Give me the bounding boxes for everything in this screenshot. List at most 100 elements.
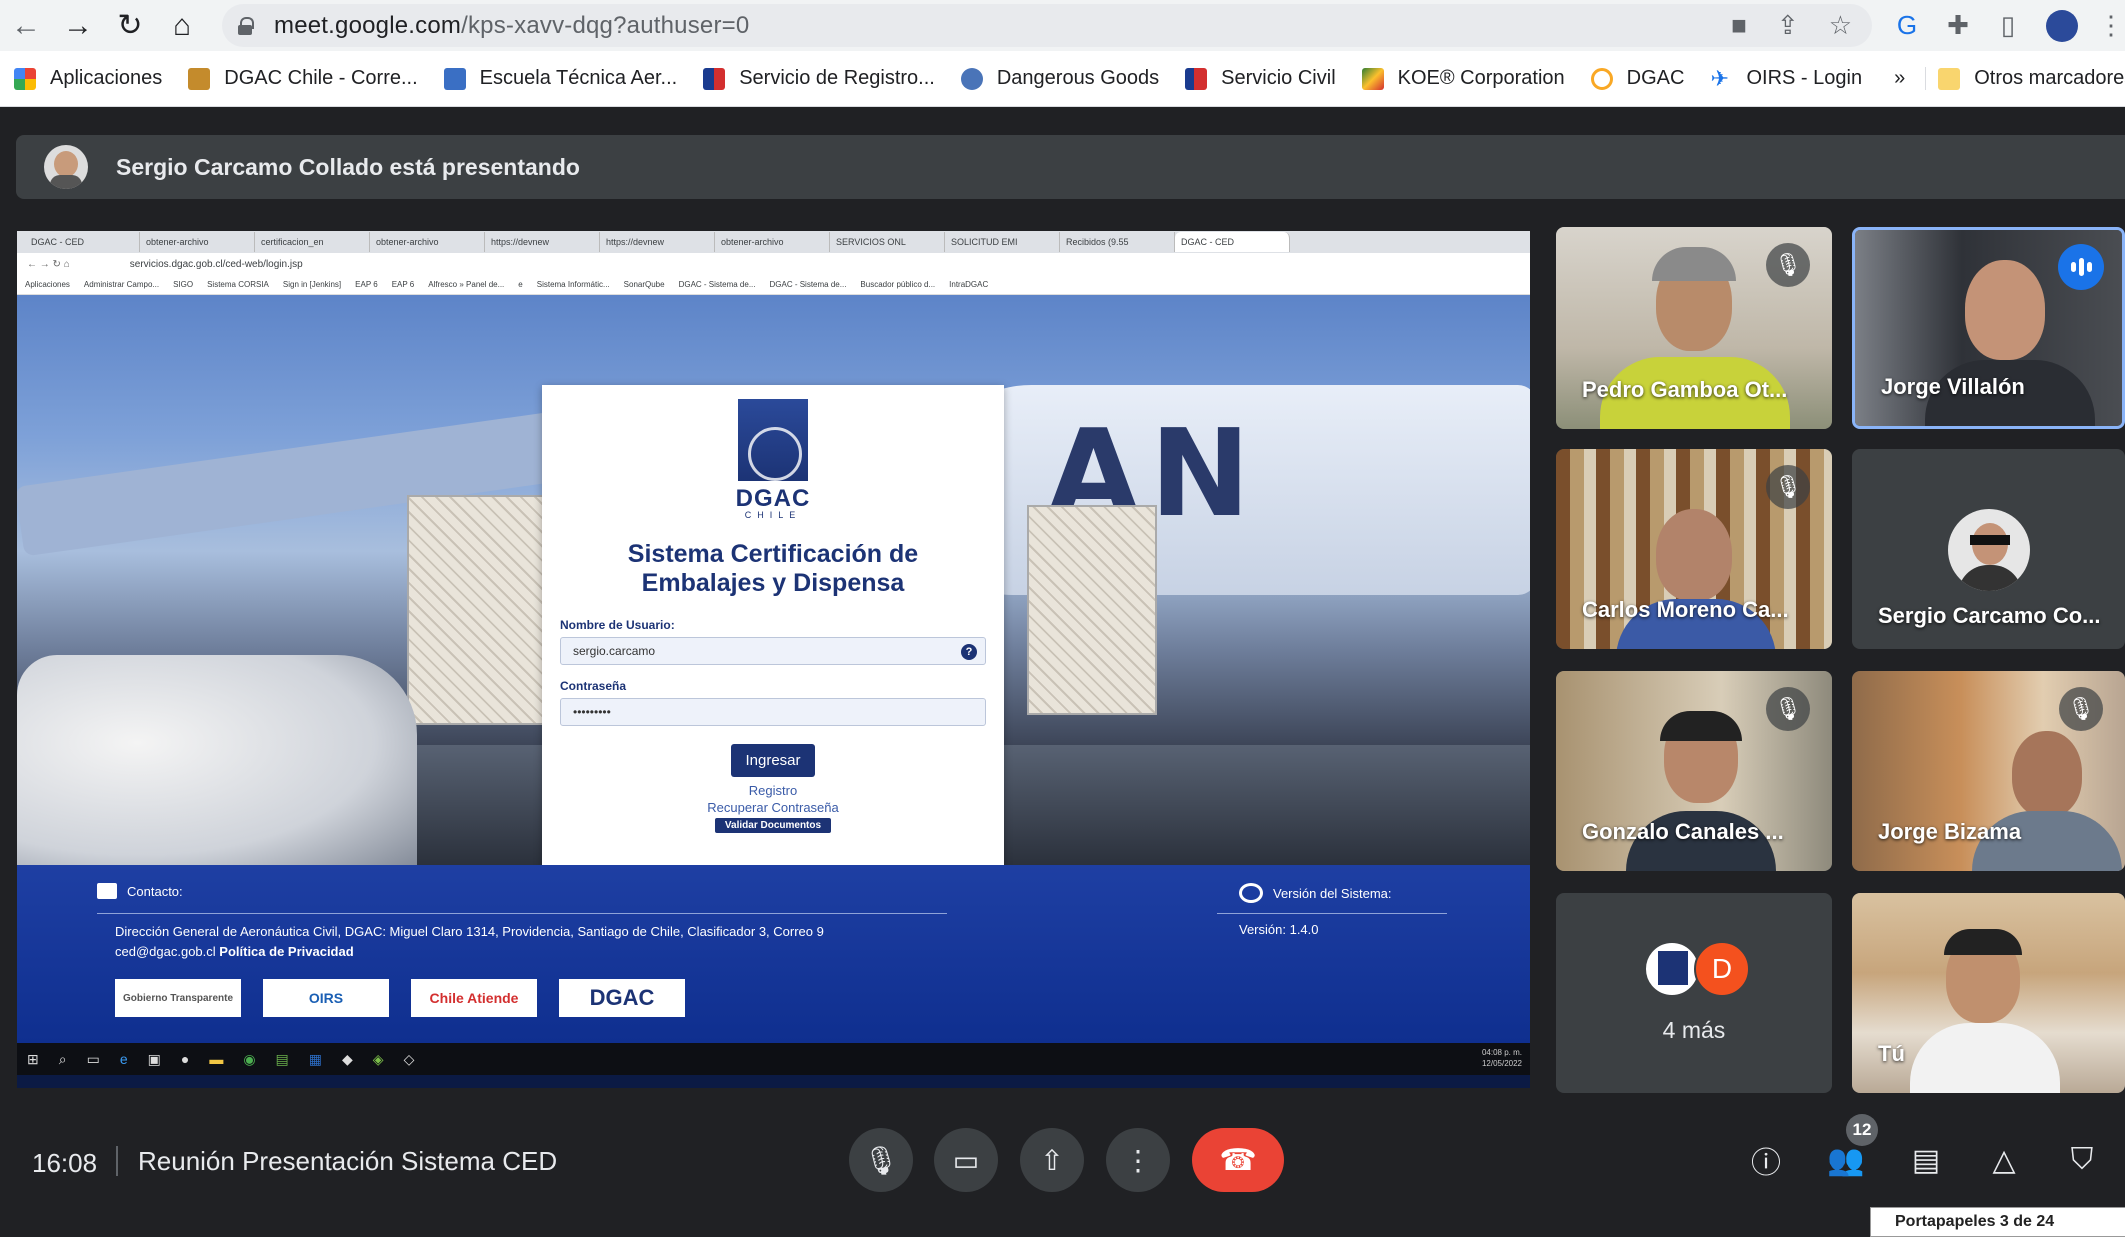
side-panel-icon[interactable]: ▯	[1990, 0, 2026, 51]
shared-tab: https://devnew	[600, 232, 715, 252]
search-icon: ⌕	[58, 1050, 67, 1067]
participant-tile[interactable]: Jorge Villalón	[1852, 227, 2125, 429]
cargo-pallet	[1027, 505, 1157, 715]
back-icon[interactable]: ←	[0, 0, 52, 51]
avatar	[1644, 941, 1700, 997]
shield-lock-icon: ⛉	[2070, 1143, 2094, 1176]
cargo-bags	[17, 655, 417, 865]
bookmark-item[interactable]: Servicio de Registro...	[703, 67, 935, 90]
activities-button[interactable]: △	[1980, 1136, 2028, 1184]
version-heading: Versión del Sistema:	[1239, 883, 1392, 903]
shared-tab: SOLICITUD EMI	[945, 232, 1060, 252]
avatar	[44, 145, 88, 189]
more-participants-tile[interactable]: D 4 más	[1556, 893, 1832, 1093]
participant-name: Tú	[1878, 1041, 1905, 1066]
reload-icon[interactable]: ↻	[104, 0, 156, 51]
bookmark-item[interactable]: Dangerous Goods	[960, 67, 1159, 90]
bookmark-item[interactable]: Aplicaciones	[14, 67, 162, 90]
present-button[interactable]: ⇧	[1020, 1128, 1084, 1192]
camera-button[interactable]: ▭	[934, 1128, 998, 1192]
login-title: Sistema Certificación de Embalajes y Dis…	[627, 540, 919, 597]
store-icon: ▣	[147, 1050, 161, 1067]
task-view-icon: ▭	[86, 1050, 100, 1067]
forward-icon[interactable]: →	[52, 0, 104, 51]
share-icon[interactable]: ⇪	[1777, 10, 1799, 41]
mic-off-icon: 🎙	[2059, 687, 2103, 731]
bookmark-item[interactable]: ✈ OIRS - Login	[1710, 67, 1862, 90]
extensions-icon[interactable]: ✚	[1940, 0, 1976, 51]
self-view-tile[interactable]: Tú	[1852, 893, 2125, 1093]
shared-tab: SERVICIOS ONL	[830, 232, 945, 252]
shared-tab: obtener-archivo	[370, 232, 485, 252]
present-screen-icon: ⇧	[1040, 1144, 1064, 1176]
app-icon: ◇	[403, 1050, 415, 1067]
word-icon: ▦	[308, 1050, 322, 1067]
more-participants-label: 4 más	[1662, 1017, 1726, 1043]
bookmark-favicon	[703, 67, 726, 90]
participant-tile[interactable]: 🎙 Jorge Bizama	[1852, 671, 2125, 871]
register-link: Registro	[748, 783, 798, 798]
menu-icon[interactable]: ⋮	[2098, 0, 2124, 51]
taskbar-clock: 04:08 p. m. 12/05/2022	[1481, 1048, 1522, 1068]
chrome-icon: ◉	[243, 1050, 256, 1067]
hang-up-icon: ☎	[1219, 1143, 1257, 1177]
participant-tile[interactable]: 🎙 Gonzalo Canales ...	[1556, 671, 1832, 871]
shared-nav-icons: ← → ↻ ⌂	[27, 258, 70, 270]
gear-icon	[1239, 883, 1263, 903]
bookmark-folder[interactable]: Otros marcadores	[1925, 67, 2125, 90]
more-bookmarks-button[interactable]: »	[1894, 67, 1905, 90]
dgac-logo-subtext: CHILE	[744, 510, 802, 520]
mic-off-icon: 🎙	[1766, 687, 1810, 731]
bookmark-item[interactable]: Servicio Civil	[1185, 67, 1336, 90]
participant-name: Carlos Moreno Ca...	[1582, 597, 1789, 622]
lock-icon	[238, 16, 254, 35]
participant-name: Pedro Gamboa Ot...	[1582, 377, 1788, 402]
shared-tab-strip: DGAC - CED obtener-archivo certificacion…	[17, 231, 1530, 253]
shared-tab: certificacion_en	[255, 232, 370, 252]
shared-tab: obtener-archivo	[715, 232, 830, 252]
people-icon: 👥	[1827, 1143, 1865, 1177]
divider	[116, 1146, 118, 1176]
info-icon: ⓘ	[1751, 1147, 1781, 1180]
bookmark-favicon	[443, 67, 466, 90]
participant-tile[interactable]: 🎙 Carlos Moreno Ca...	[1556, 449, 1832, 649]
speaking-indicator-icon	[2058, 244, 2104, 290]
camera-icon[interactable]: ■	[1731, 10, 1747, 41]
star-icon[interactable]: ☆	[1829, 10, 1852, 41]
bookmark-favicon	[1361, 67, 1384, 90]
participant-name: Jorge Bizama	[1878, 819, 2022, 844]
avatar	[1948, 509, 2030, 591]
mic-off-icon: 🎙	[1766, 465, 1810, 509]
bookmark-item[interactable]: KOE® Corporation	[1361, 67, 1565, 90]
participant-tile[interactable]: Sergio Carcamo Co...	[1852, 449, 2125, 649]
participant-tile[interactable]: 🎙 Pedro Gamboa Ot...	[1556, 227, 1832, 429]
leave-call-button[interactable]: ☎	[1192, 1128, 1284, 1192]
host-controls-button[interactable]: ⛉	[2058, 1136, 2106, 1184]
app-icon: ◆	[342, 1050, 353, 1067]
bookmark-item[interactable]: Escuela Técnica Aer...	[443, 67, 677, 90]
address-bar[interactable]: meet.google.com/kps-xavv-dqg?authuser=0 …	[222, 4, 1872, 47]
home-icon[interactable]: ⌂	[156, 0, 208, 51]
mic-off-icon: 🎙	[1766, 243, 1810, 287]
meeting-info-button[interactable]: ⓘ	[1742, 1136, 1790, 1184]
login-card: DGAC CHILE Sistema Certificación de Emba…	[542, 385, 1004, 865]
site-footer: Contacto: Dirección General de Aeronáuti…	[17, 865, 1530, 1043]
more-options-button[interactable]: ⋮	[1106, 1128, 1170, 1192]
bookmark-item[interactable]: DGAC Chile - Corre...	[188, 67, 418, 90]
bookmark-favicon	[960, 67, 983, 90]
windows-start-icon: ⊞	[27, 1050, 39, 1067]
bookmark-favicon	[1185, 67, 1208, 90]
profile-avatar[interactable]	[2044, 0, 2080, 51]
microphone-button[interactable]: 🎙	[849, 1128, 913, 1192]
presenter-banner: Sergio Carcamo Collado está presentando	[16, 135, 2125, 199]
participant-count-badge: 12	[1846, 1114, 1878, 1146]
translate-icon[interactable]: G	[1892, 0, 1922, 51]
shared-tab-active: DGAC - CED	[1175, 232, 1290, 252]
divider	[97, 913, 947, 914]
microphone-icon: 🎙	[863, 1144, 899, 1176]
camera-icon: ▭	[952, 1144, 980, 1176]
recover-password-link: Recuperar Contraseña	[707, 800, 839, 815]
bookmark-item[interactable]: DGAC	[1590, 67, 1684, 90]
chat-button[interactable]: ▤	[1902, 1136, 1950, 1184]
bookmarks-bar: Aplicaciones DGAC Chile - Corre... Escue…	[0, 51, 2125, 107]
